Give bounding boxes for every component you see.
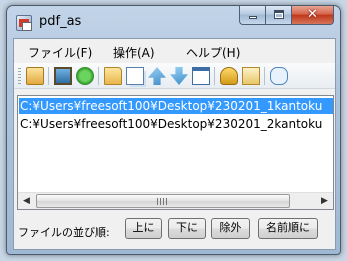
maximize-button[interactable]: [265, 6, 291, 25]
sort-bar: ファイルの並び順: 上に 下に 除外 名前順に: [14, 213, 335, 249]
sort-order-label: ファイルの並び順:: [18, 226, 110, 239]
minimize-button[interactable]: [239, 6, 265, 25]
toolbar-separator: [264, 67, 265, 85]
menu-file[interactable]: ファイル(F): [28, 44, 92, 61]
copy-icon[interactable]: [126, 67, 144, 85]
scroll-right-arrow-icon[interactable]: ▶: [316, 193, 333, 209]
refresh-icon[interactable]: [76, 67, 94, 85]
move-down-button[interactable]: 下に: [168, 218, 206, 239]
toolbar-separator: [98, 67, 99, 85]
scroll-thumb[interactable]: [36, 194, 290, 208]
move-up-icon[interactable]: [148, 67, 166, 85]
menu-bar: ファイル(F) 操作(A) ヘルプ(H): [14, 39, 335, 61]
caption-buttons: ✕: [239, 6, 334, 25]
list-item-selected[interactable]: C:¥Users¥freesoft100¥Desktop¥230201_1kan…: [19, 98, 333, 114]
scroll-grip-icon: [157, 198, 167, 205]
scroll-left-arrow-icon[interactable]: ◀: [18, 193, 35, 209]
toolbar-separator: [48, 67, 49, 85]
move-up-button[interactable]: 上に: [125, 218, 162, 239]
menu-operation[interactable]: 操作(A): [113, 44, 155, 61]
horizontal-scrollbar[interactable]: ◀ ▶: [18, 192, 333, 209]
list-item[interactable]: C:¥Users¥freesoft100¥Desktop¥230201_2kan…: [19, 116, 333, 132]
sort-by-name-button[interactable]: 名前順に: [258, 218, 318, 239]
maximize-icon: [274, 10, 284, 19]
folder-icon[interactable]: [104, 67, 122, 85]
app-icon[interactable]: [16, 15, 32, 31]
close-icon: ✕: [307, 7, 318, 22]
remove-button[interactable]: 除外: [211, 218, 250, 239]
title-bar[interactable]: pdf_as ✕: [7, 6, 340, 38]
toolbar: [14, 63, 335, 89]
client-area: ファイル(F) 操作(A) ヘルプ(H) C:¥Users¥freesoft10…: [13, 38, 336, 250]
import-icon[interactable]: [26, 67, 44, 85]
window-title: pdf_as: [39, 14, 82, 29]
window-icon[interactable]: [192, 67, 210, 85]
file-list[interactable]: C:¥Users¥freesoft100¥Desktop¥230201_1kan…: [17, 95, 334, 210]
move-down-icon[interactable]: [170, 67, 188, 85]
comment-icon[interactable]: [270, 67, 288, 85]
edit-icon[interactable]: [242, 67, 260, 85]
key-icon[interactable]: [220, 67, 238, 85]
menu-help[interactable]: ヘルプ(H): [186, 44, 240, 61]
minimize-icon: [249, 16, 257, 19]
image-icon[interactable]: [54, 67, 72, 85]
app-window: pdf_as ✕ ファイル(F) 操作(A) ヘルプ(H) C:¥Users¥f…: [6, 5, 341, 255]
toolbar-separator: [214, 67, 215, 85]
close-button[interactable]: ✕: [291, 6, 334, 25]
toolbar-grip[interactable]: [18, 68, 21, 84]
